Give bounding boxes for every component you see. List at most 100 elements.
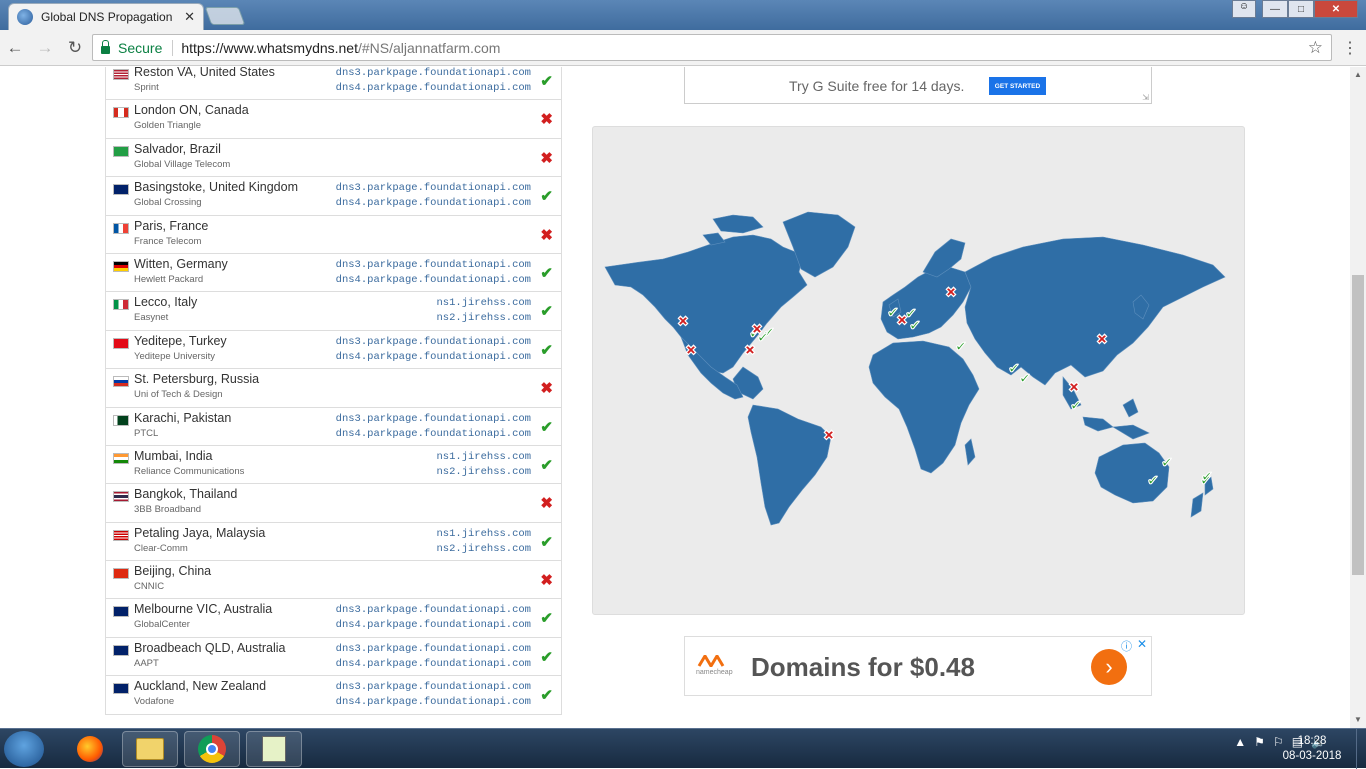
globe-icon: [17, 9, 33, 25]
ad-close-icon[interactable]: ✕: [1137, 637, 1147, 651]
result-nameservers: dns3.parkpage.foundationapi.com dns4.park…: [336, 642, 531, 672]
close-window-button[interactable]: ✕: [1314, 0, 1358, 18]
nameserver-ns2: dns4.parkpage.foundationapi.com: [335, 619, 531, 632]
result-nameservers: ns1.jirehss.com ns2.jirehss.com: [436, 527, 531, 557]
nameserver-ns2: dns4.parkpage.foundationapi.com: [335, 696, 531, 709]
show-desktop-button[interactable]: [1356, 729, 1366, 769]
result-isp: Yeditepe University: [134, 350, 215, 362]
result-row: Petaling Jaya, Malaysia Clear-Comm ns1.jir…: [106, 521, 561, 560]
map-check-marker[interactable]: ✔: [1019, 370, 1031, 387]
ad-info-icon[interactable]: ⓘ: [1121, 638, 1132, 654]
get-started-button[interactable]: GET STARTED: [989, 77, 1046, 95]
result-location: Karachi, Pakistan: [134, 410, 232, 425]
check-icon: ✔: [540, 456, 553, 474]
new-tab-button[interactable]: [204, 7, 246, 25]
map-cross-marker[interactable]: ✖: [823, 427, 835, 444]
divider: [172, 39, 174, 56]
map-cross-marker[interactable]: ✖: [1068, 379, 1080, 396]
result-nameservers: dns3.parkpage.foundationapi.com dns4.park…: [336, 181, 531, 211]
map-check-marker[interactable]: ✔: [909, 317, 921, 334]
forward-icon[interactable]: →: [30, 38, 60, 58]
address-bar[interactable]: Secure https://www.whatsmydns.net/#NS/al…: [92, 34, 1332, 61]
tray-expand-icon[interactable]: ▲: [1234, 735, 1246, 749]
map-check-marker[interactable]: ✔: [1147, 472, 1159, 489]
result-row: Auckland, New Zealand Vodafone dns3.parkpa…: [106, 675, 561, 713]
notes-taskbar-button[interactable]: [246, 731, 302, 767]
explorer-taskbar-button[interactable]: [122, 731, 178, 767]
namecheap-ad[interactable]: namecheap Domains for $0.48 › ⓘ ✕: [684, 636, 1152, 696]
result-location: Basingstoke, United Kingdom: [134, 180, 298, 195]
firefox-taskbar-button[interactable]: [62, 731, 118, 767]
check-icon: ✔: [540, 610, 553, 628]
ad-text: Try G Suite free for 14 days.: [789, 78, 965, 94]
maximize-button[interactable]: □: [1288, 0, 1314, 18]
browser-toolbar: ← → ↻ Secure https://www.whatsmydns.net /…: [0, 30, 1366, 66]
map-cross-marker[interactable]: ✖: [1096, 331, 1108, 348]
scroll-down-icon[interactable]: ▼: [1354, 715, 1362, 724]
map-check-marker[interactable]: ✔: [757, 329, 769, 346]
flag-icon[interactable]: ⚑: [1254, 735, 1265, 749]
map-check-marker[interactable]: ✔: [955, 338, 967, 355]
cross-icon: ✖: [540, 495, 553, 513]
result-row: Mumbai, India Reliance Communications ns1.…: [106, 444, 561, 483]
result-isp: PTCL: [134, 427, 159, 439]
windows-taskbar: ▲ ⚑ ⚐ ▤ 🔈 18:28 08-03-2018: [0, 728, 1366, 769]
result-row: Basingstoke, United Kingdom Global Crossi…: [106, 176, 561, 214]
page-scrollbar[interactable]: ▲ ▼: [1350, 67, 1366, 728]
map-check-marker[interactable]: ✔: [1161, 454, 1173, 471]
chrome-icon: [198, 735, 226, 763]
namecheap-name: namecheap: [696, 669, 733, 676]
result-isp: CNNIC: [134, 581, 165, 593]
ad-arrow-button[interactable]: ›: [1091, 649, 1127, 685]
result-nameservers: dns3.parkpage.foundationapi.com dns4.park…: [336, 258, 531, 288]
scrollbar-thumb[interactable]: [1352, 275, 1364, 575]
bookmark-star-icon[interactable]: ☆: [1308, 38, 1323, 58]
gsuite-ad[interactable]: Try G Suite free for 14 days. GET STARTE…: [684, 67, 1152, 104]
map-check-marker[interactable]: ✔: [1201, 468, 1213, 485]
map-cross-marker[interactable]: ✖: [945, 284, 957, 301]
map-check-marker[interactable]: ✔: [1008, 360, 1020, 377]
result-nameservers: dns3.parkpage.foundationapi.com dns4.park…: [336, 412, 531, 442]
result-location: Mumbai, India: [134, 448, 213, 463]
map-cross-marker[interactable]: ✖: [744, 342, 756, 359]
reload-icon[interactable]: ↻: [60, 38, 90, 58]
nameserver-ns2: ns2.jirehss.com: [436, 312, 531, 325]
flag-in-icon: [113, 452, 129, 464]
result-row: Paris, France France Telecom ✖: [106, 214, 561, 253]
result-nameservers: ns1.jirehss.com ns2.jirehss.com: [436, 296, 531, 326]
chrome-taskbar-button[interactable]: [184, 731, 240, 767]
flag-th-icon: [113, 491, 129, 503]
result-location: Broadbeach QLD, Australia: [134, 640, 286, 655]
nameserver-ns1: dns3.parkpage.foundationapi.com: [335, 182, 531, 195]
result-isp: 3BB Broadband: [134, 504, 202, 516]
minimize-button[interactable]: —: [1262, 0, 1288, 18]
nameserver-ns1: dns3.parkpage.foundationapi.com: [335, 258, 531, 271]
result-isp: Sprint: [134, 82, 159, 93]
result-location: Salvador, Brazil: [134, 141, 221, 156]
back-icon[interactable]: ←: [0, 38, 30, 58]
result-isp: GlobalCenter: [134, 619, 190, 631]
map-cross-marker[interactable]: ✖: [685, 342, 697, 359]
result-location: Beijing, China: [134, 564, 212, 579]
scroll-up-icon[interactable]: ▲: [1354, 70, 1362, 79]
user-profile-icon[interactable]: ☺: [1232, 0, 1256, 18]
tab-close-icon[interactable]: ✕: [184, 9, 195, 25]
result-isp: Hewlett Packard: [134, 273, 204, 285]
map-check-marker[interactable]: ✔: [1070, 397, 1082, 414]
map-cross-marker[interactable]: ✖: [677, 313, 689, 330]
result-nameservers: dns3.parkpage.foundationapi.com dns4.park…: [336, 67, 531, 96]
menu-icon[interactable]: ⋮: [1342, 38, 1358, 58]
browser-tab[interactable]: Global DNS Propagation ✕: [8, 3, 204, 30]
nameserver-ns2: dns4.parkpage.foundationapi.com: [335, 427, 531, 440]
nameserver-ns2: ns2.jirehss.com: [436, 542, 531, 555]
result-isp: Golden Triangle: [134, 120, 202, 132]
start-button[interactable]: [4, 731, 44, 767]
result-location: St. Petersburg, Russia: [134, 372, 260, 387]
clock[interactable]: 18:28 08-03-2018: [1282, 734, 1342, 764]
adchoices-icon[interactable]: ⇲: [1142, 93, 1149, 102]
nameserver-ns1: dns3.parkpage.foundationapi.com: [335, 335, 531, 348]
flag-ca-icon: [113, 107, 129, 119]
result-row: Karachi, Pakistan PTCL dns3.parkpage.found…: [106, 406, 561, 445]
check-icon: ✔: [540, 73, 553, 90]
secure-label: Secure: [118, 39, 163, 56]
